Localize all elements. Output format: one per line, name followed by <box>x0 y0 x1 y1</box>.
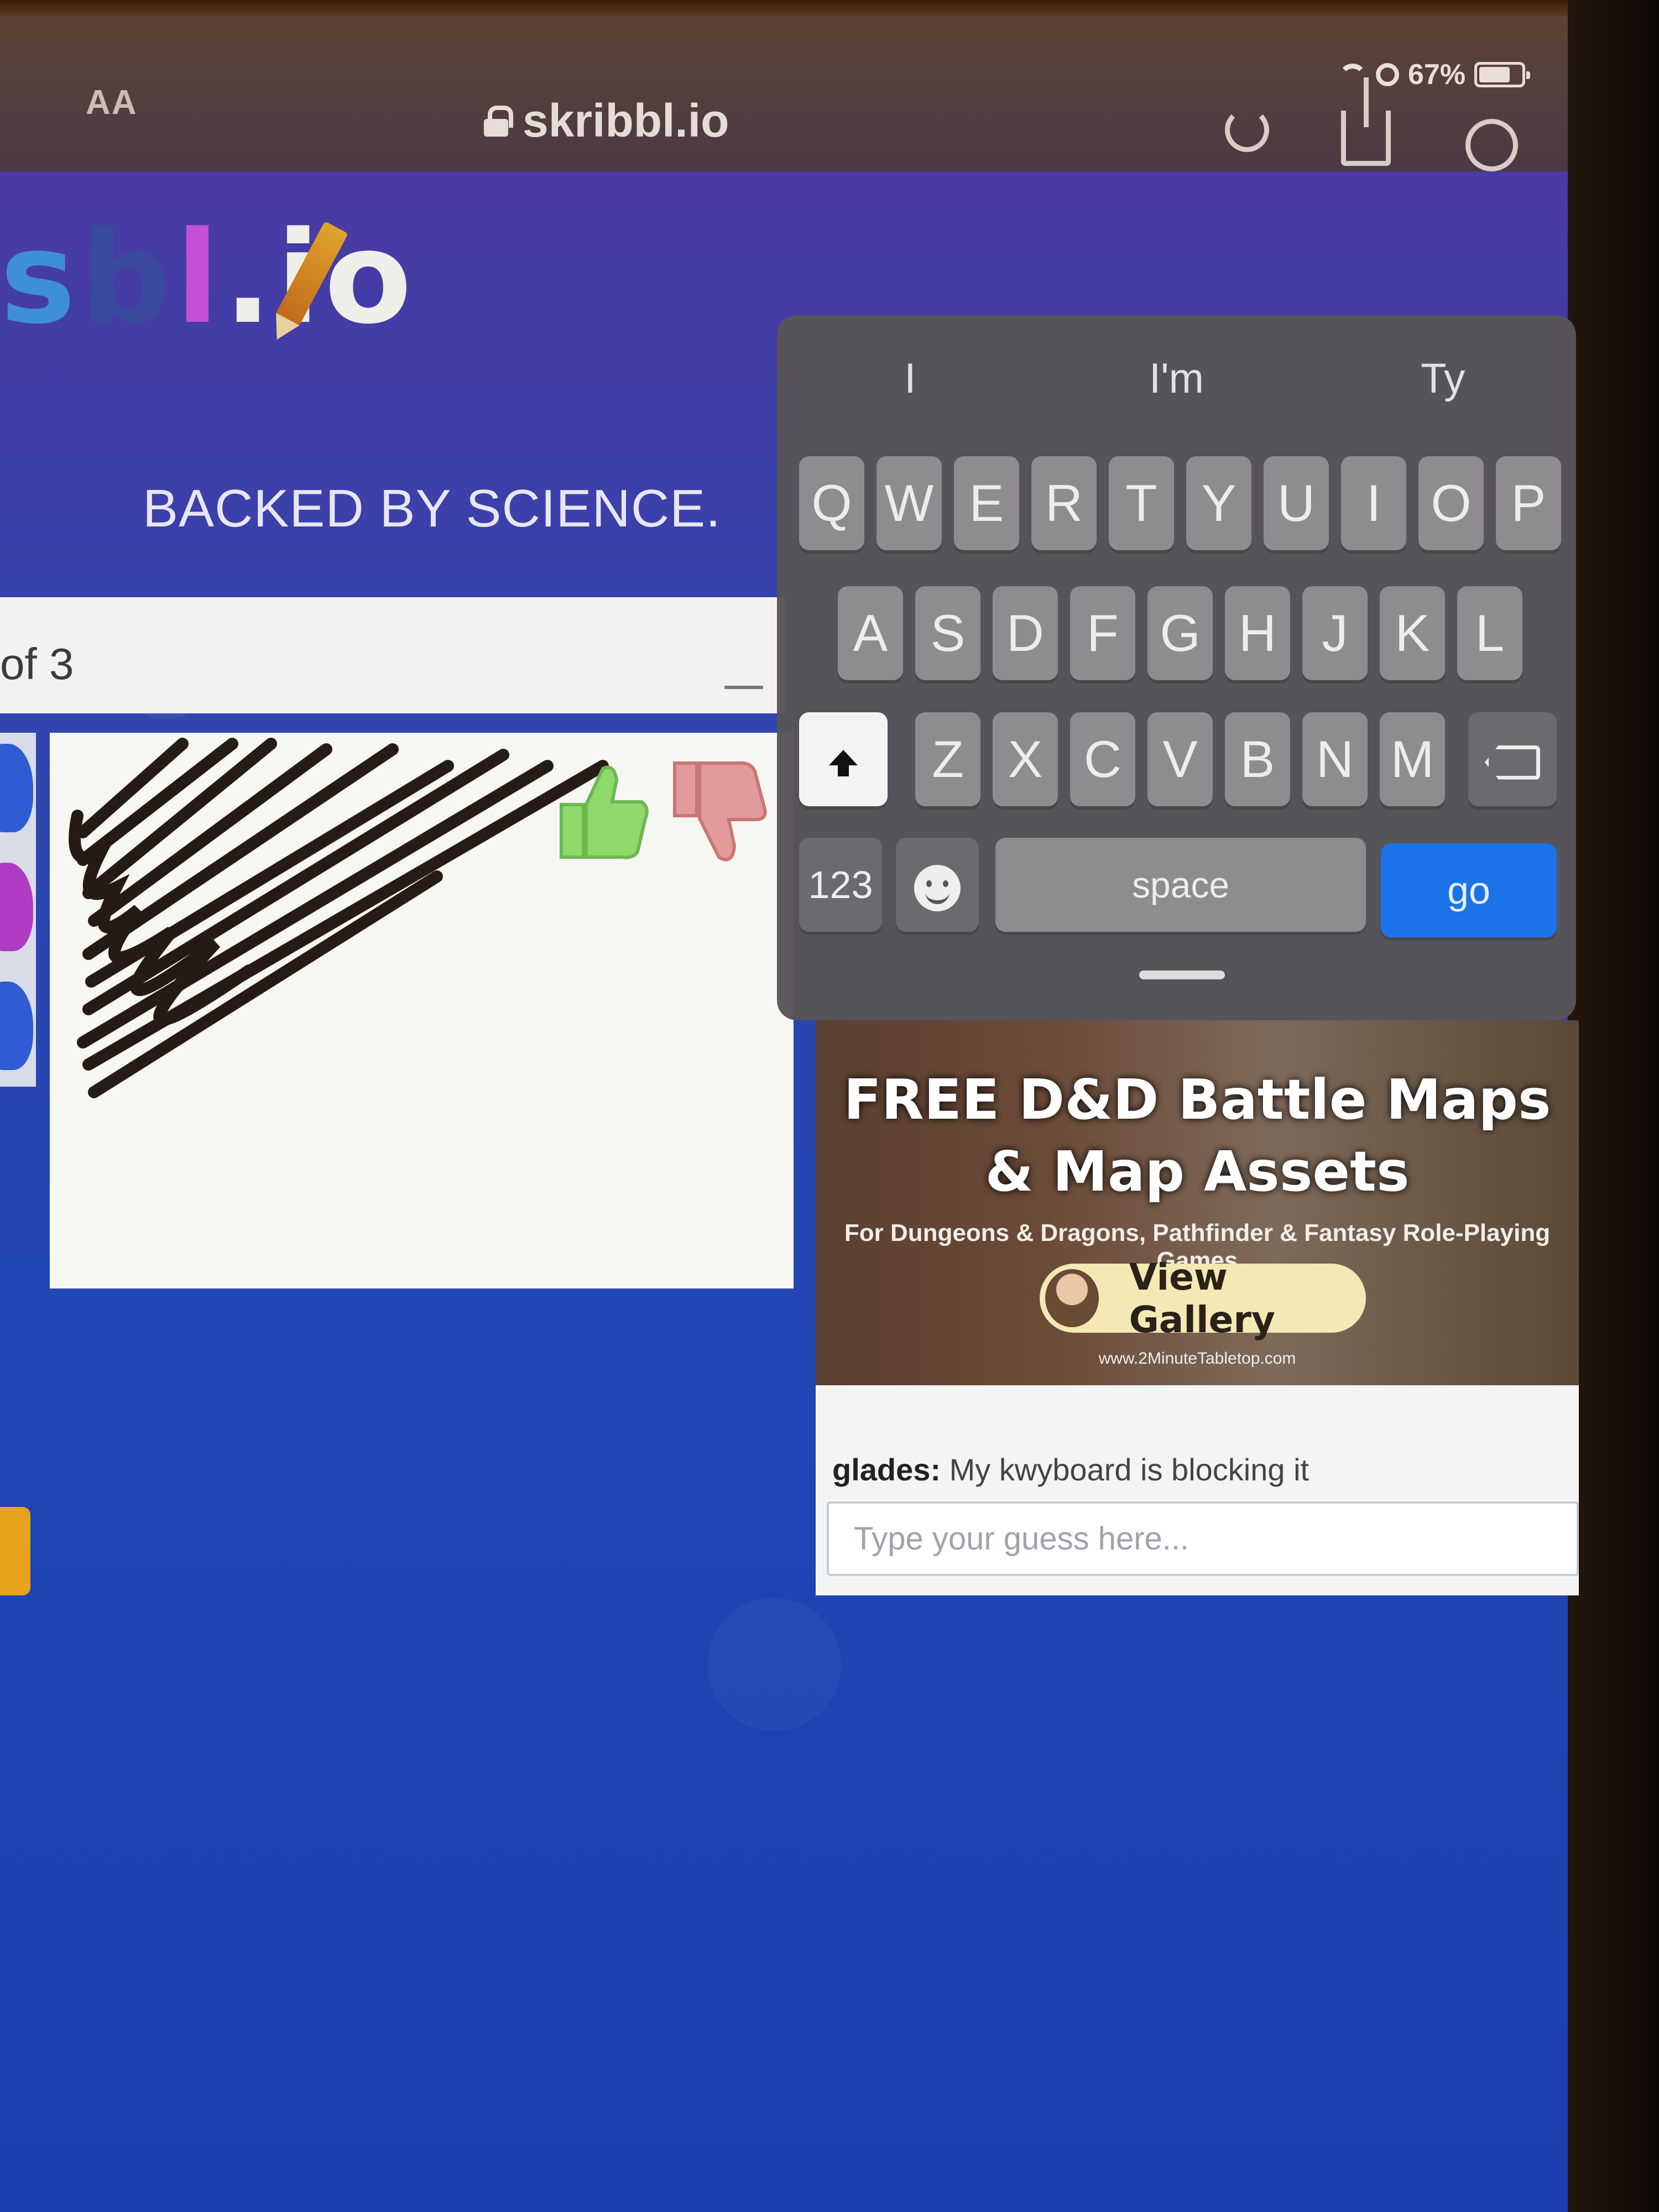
key-q[interactable]: Q <box>799 456 864 550</box>
side-tab[interactable] <box>0 1507 30 1595</box>
key-k[interactable]: K <box>1380 586 1445 680</box>
key-p[interactable]: P <box>1496 456 1561 550</box>
ad-title-line-2: & Map Assets <box>985 1139 1410 1204</box>
key-g[interactable]: G <box>1147 586 1213 680</box>
key-i[interactable]: I <box>1341 456 1406 550</box>
chat-text: My kwyboard is blocking it <box>949 1452 1310 1487</box>
player-avatar[interactable] <box>0 982 33 1070</box>
round-counter: of 3 <box>0 639 74 688</box>
key-n[interactable]: N <box>1302 712 1368 806</box>
key-c[interactable]: C <box>1070 712 1135 806</box>
suggestion[interactable]: I'm <box>1044 346 1310 412</box>
device-bezel-top <box>0 0 1659 17</box>
player-list <box>0 733 36 1087</box>
suggestion-bar: I I'm Ty <box>777 346 1576 412</box>
view-gallery-button[interactable]: View Gallery <box>1040 1256 1366 1341</box>
text-size-button[interactable]: AA <box>86 83 138 122</box>
ad-url: www.2MinuteTabletop.com <box>1098 1349 1296 1368</box>
view-gallery-label: View Gallery <box>1129 1255 1275 1341</box>
thumbs-down-icon[interactable] <box>664 758 769 868</box>
key-z[interactable]: Z <box>915 712 980 806</box>
emoji-key[interactable] <box>896 838 979 932</box>
key-v[interactable]: V <box>1147 712 1213 806</box>
suggestion[interactable]: I <box>777 346 1044 412</box>
shift-arrow-icon <box>829 750 858 777</box>
compass-icon[interactable] <box>1465 119 1518 171</box>
tagline: BACKED BY SCIENCE. <box>143 479 721 538</box>
key-f[interactable]: F <box>1070 586 1135 680</box>
player-avatar[interactable] <box>0 863 33 951</box>
space-key[interactable]: space <box>995 838 1366 932</box>
player-avatar[interactable] <box>0 744 33 832</box>
key-d[interactable]: D <box>993 586 1058 680</box>
key-w[interactable]: W <box>877 456 942 550</box>
logo-letter: l <box>175 205 224 352</box>
battery-percent: 67% <box>1408 59 1466 91</box>
address-bar[interactable]: skribbl.io <box>484 94 729 148</box>
emoji-icon <box>914 864 961 911</box>
orientation-lock-icon <box>1376 63 1399 86</box>
guess-input[interactable]: Type your guess here... <box>827 1501 1579 1576</box>
advertisement[interactable]: FREE D&D Battle Maps & Map Assets For Du… <box>816 1020 1579 1385</box>
skribbl-logo: sbl.io <box>0 205 416 352</box>
suggestion[interactable]: Ty <box>1310 346 1576 412</box>
avatar <box>1045 1269 1099 1327</box>
url-text: skribbl.io <box>523 95 729 147</box>
battery-icon <box>1474 62 1531 87</box>
device-bezel-right <box>1568 0 1659 2212</box>
key-e[interactable]: E <box>954 456 1019 550</box>
ad-title-line-1: FREE D&D Battle Maps <box>843 1067 1551 1132</box>
key-y[interactable]: Y <box>1186 456 1251 550</box>
thumbs-up-icon[interactable] <box>550 755 650 860</box>
reload-icon[interactable] <box>1225 108 1269 152</box>
share-icon[interactable] <box>1341 77 1391 166</box>
key-r[interactable]: R <box>1031 456 1097 550</box>
lock-icon <box>484 105 513 137</box>
key-o[interactable]: O <box>1418 456 1484 550</box>
delete-key[interactable] <box>1468 712 1557 806</box>
key-a[interactable]: A <box>838 586 903 680</box>
logo-letter: b <box>80 205 176 352</box>
chat-username: glades: <box>832 1452 941 1487</box>
key-l[interactable]: L <box>1457 586 1522 680</box>
key-b[interactable]: B <box>1225 712 1290 806</box>
delete-icon <box>1485 745 1540 780</box>
key-s[interactable]: S <box>915 586 980 680</box>
go-key[interactable]: go <box>1381 843 1557 937</box>
chat-message: glades: My kwyboard is blocking it <box>832 1452 1309 1488</box>
chat-panel: glades: My kwyboard is blocking it Type … <box>816 1385 1579 1595</box>
round-header <box>0 597 785 713</box>
numbers-key[interactable]: 123 <box>799 838 882 932</box>
key-j[interactable]: J <box>1302 586 1368 680</box>
key-u[interactable]: U <box>1264 456 1329 550</box>
logo-letter: s <box>0 205 80 352</box>
timer-indicator <box>724 686 763 689</box>
safari-toolbar: 67% AA skribbl.io <box>0 17 1568 171</box>
keyboard-drag-handle[interactable] <box>1139 971 1225 979</box>
shift-key[interactable] <box>799 712 888 806</box>
key-x[interactable]: X <box>993 712 1058 806</box>
key-h[interactable]: H <box>1225 586 1290 680</box>
key-m[interactable]: M <box>1380 712 1445 806</box>
wifi-icon <box>1338 64 1367 86</box>
key-t[interactable]: T <box>1109 456 1174 550</box>
on-screen-keyboard: I I'm Ty Q W E R T Y U I O P A S D F G H… <box>777 315 1576 1020</box>
